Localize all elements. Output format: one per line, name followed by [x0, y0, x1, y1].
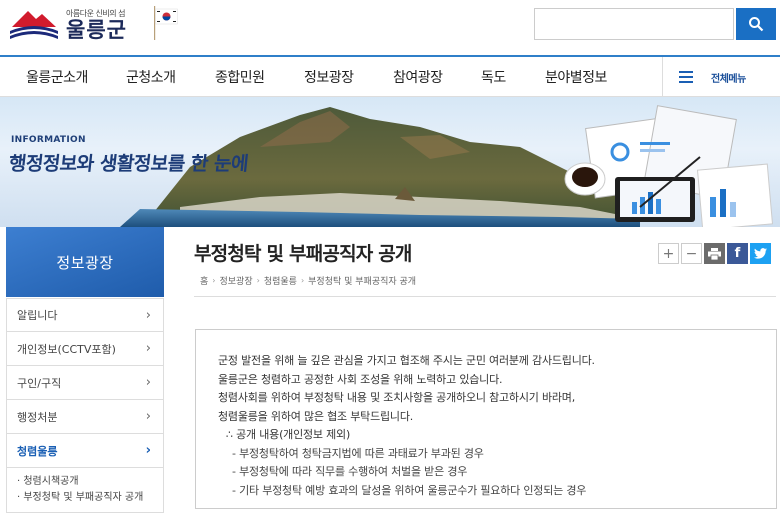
- sidebar-item-label: 행정처분: [17, 410, 58, 424]
- sidebar-item-label: 알립니다: [17, 309, 58, 322]
- sidebar-item-label: 청렴울릉: [17, 444, 58, 458]
- print-icon: [708, 247, 721, 260]
- site-logo[interactable]: 아름다운 신비의 섬 울릉군: [6, 4, 156, 44]
- nav-item-intro[interactable]: 울릉군소개: [26, 67, 88, 87]
- breadcrumb-home[interactable]: 홈: [200, 274, 208, 287]
- zoom-in-button[interactable]: +: [658, 243, 679, 264]
- chevron-right-icon: ›: [145, 443, 151, 458]
- list-item: - 부정청탁하여 청탁금지법에 따른 과태료가 부과된 경우: [232, 446, 484, 460]
- sidebar-title: 정보광장: [6, 227, 164, 297]
- print-button[interactable]: [704, 243, 725, 264]
- nav-item-participation[interactable]: 참여광장: [393, 67, 443, 87]
- list-item: - 부정청탁에 따라 직무를 수행하여 처벌을 받은 경우: [232, 465, 468, 478]
- breadcrumb-item[interactable]: 청렴울릉: [264, 274, 297, 287]
- search-input[interactable]: [534, 8, 734, 40]
- sidebar-subitem-disclosure[interactable]: · 부정청탁 및 부패공직자 공개: [17, 490, 153, 506]
- minus-icon: −: [685, 245, 698, 262]
- sidebar-item-integrity[interactable]: 청렴울릉 ›: [6, 434, 164, 468]
- search-button[interactable]: [736, 8, 776, 40]
- zoom-out-button[interactable]: −: [681, 243, 702, 264]
- nav-item-office[interactable]: 군청소개: [126, 67, 176, 87]
- sidebar-submenu: · 청렴시책공개 · 부정청탁 및 부패공직자 공개: [6, 468, 164, 513]
- nav-item-dokdo[interactable]: 독도: [481, 67, 506, 87]
- chevron-right-icon: ›: [145, 409, 151, 424]
- korean-flag-icon: [154, 6, 178, 40]
- page-title: 부정청탁 및 부패공직자 공개: [194, 243, 412, 265]
- main-navigation: 울릉군소개 군청소개 종합민원 정보광장 참여광장 독도 분야별정보 전체메뉴: [0, 55, 780, 97]
- sidebar-item-label: 구인/구직: [17, 376, 62, 390]
- sidebar-menu: 알립니다 › 개인정보(CCTV포함) › 구인/구직 › 행정처분 › 청렴울…: [6, 298, 164, 513]
- page-tools: + − f: [658, 243, 771, 264]
- content-box: 군정 발전을 위해 늘 깊은 관심을 가지고 협조해 주시는 군민 여러분께 감…: [195, 329, 777, 509]
- nav-item-field[interactable]: 분야별정보: [545, 67, 607, 87]
- sidebar-subitem-policy[interactable]: · 청렴시책공개: [17, 474, 153, 490]
- intro-paragraph: 청렴울릉을 위하여 많은 협조 부탁드립니다.: [218, 409, 414, 423]
- search-icon: [749, 17, 764, 32]
- sidebar-item-notice[interactable]: 알립니다 ›: [6, 298, 164, 332]
- sidebar-item-disposition[interactable]: 행정처분 ›: [6, 400, 164, 434]
- facebook-share-button[interactable]: f: [727, 243, 748, 264]
- chevron-right-icon: ›: [256, 276, 260, 285]
- breadcrumb-item[interactable]: 정보광장: [219, 274, 252, 287]
- all-menu-button[interactable]: 전체메뉴: [662, 57, 780, 97]
- twitter-icon: [754, 248, 767, 259]
- twitter-share-button[interactable]: [750, 243, 771, 264]
- hamburger-icon: [679, 71, 693, 83]
- nav-item-civil[interactable]: 종합민원: [215, 67, 265, 87]
- logo-name: 울릉군: [66, 17, 127, 42]
- intro-paragraph: 울릉군은 청렴하고 공정한 사회 조성을 위해 노력하고 있습니다.: [218, 372, 503, 386]
- intro-paragraph: 청렴사회를 위하여 부정청탁 내용 및 조치사항을 공개하오니 참고하시기 바라…: [218, 391, 576, 404]
- sidebar-subitem-label: 청렴시책공개: [23, 476, 79, 487]
- facebook-icon: f: [734, 246, 741, 261]
- logo-mark-icon: [10, 11, 58, 39]
- title-divider: [194, 296, 776, 297]
- all-menu-label: 전체메뉴: [711, 73, 746, 85]
- sidebar-item-privacy[interactable]: 개인정보(CCTV포함) ›: [6, 332, 164, 366]
- chevron-right-icon: ›: [145, 375, 151, 390]
- chevron-right-icon: ›: [145, 307, 151, 323]
- list-item: - 기타 부정청탁 예방 효과의 달성을 위하여 울릉군수가 필요하다 인정되는…: [232, 483, 587, 497]
- chevron-right-icon: ›: [212, 276, 216, 285]
- banner-title: 행정정보와 생활정보를 한 눈에: [7, 153, 250, 175]
- chevron-right-icon: ›: [300, 276, 305, 285]
- sidebar-item-jobs[interactable]: 구인/구직 ›: [6, 366, 164, 400]
- intro-paragraph: 군정 발전을 위해 늘 깊은 관심을 가지고 협조해 주시는 군민 여러분께 감…: [218, 354, 595, 367]
- breadcrumb-current: 부정청탁 및 부패공직자 공개: [308, 277, 417, 287]
- chevron-right-icon: ›: [145, 341, 151, 356]
- logo-subtitle: 아름다운 신비의 섬: [66, 8, 125, 18]
- banner-eyebrow: INFORMATION: [11, 135, 86, 145]
- nav-item-info[interactable]: 정보광장: [304, 67, 354, 87]
- sidebar-title-label: 정보광장: [56, 253, 114, 272]
- sidebar-item-label: 개인정보(CCTV포함): [17, 342, 116, 356]
- section-label: ∴ 공개 내용(개인정보 제외): [226, 428, 351, 441]
- breadcrumb: 홈 › 정보광장 › 청렴울릉 › 부정청탁 및 부패공직자 공개: [200, 274, 416, 287]
- site-header: 아름다운 신비의 섬 울릉군: [0, 0, 780, 55]
- plus-icon: +: [662, 245, 675, 262]
- sub-visual-banner: INFORMATION 행정정보와 생활정보를 한 눈에: [0, 97, 780, 227]
